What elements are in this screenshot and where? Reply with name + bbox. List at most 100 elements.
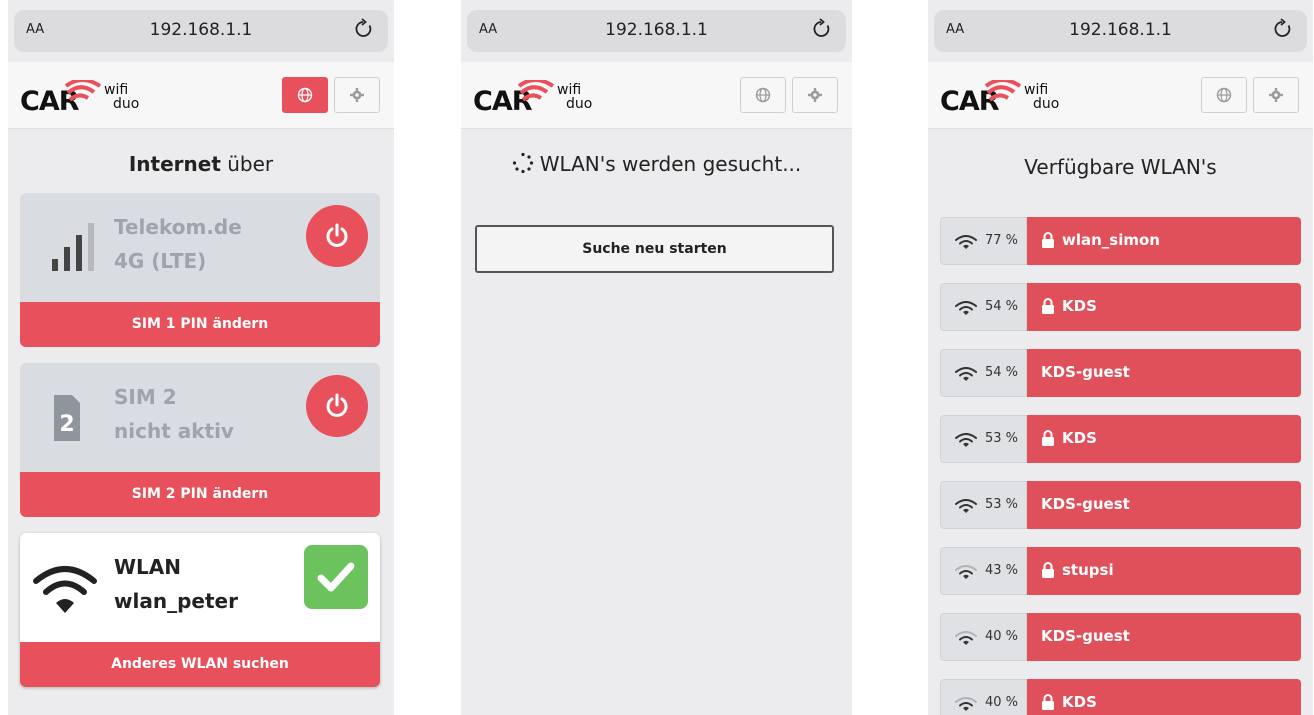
sim2-power-button[interactable]: [306, 375, 368, 437]
signal-strength: 43 %: [940, 547, 1027, 595]
network-name-button[interactable]: wlan_simon: [1027, 217, 1301, 265]
wlan-active-indicator[interactable]: [304, 545, 368, 609]
address-bar[interactable]: AA 192.168.1.1: [467, 10, 846, 52]
wifi-signal-icon: [955, 301, 977, 315]
search-status: WLAN's werden gesucht...: [461, 152, 852, 176]
power-icon: [326, 223, 348, 247]
wifi-signal-icon: [955, 433, 977, 447]
wlan-network-row[interactable]: 53 % KDS-guest: [940, 481, 1301, 529]
url-text[interactable]: 192.168.1.1: [934, 20, 1307, 40]
ssid-label: KDS-guest: [1041, 627, 1130, 645]
internet-button[interactable]: [740, 77, 786, 113]
sim1-power-button[interactable]: [306, 205, 368, 267]
page-title: Verfügbare WLAN's: [1024, 155, 1217, 179]
signal-waves-icon: [517, 80, 555, 102]
sim1-pin-button[interactable]: SIM 1 PIN ändern: [20, 302, 380, 347]
wifi-signal-icon: [955, 499, 977, 513]
lock-icon: [1042, 694, 1054, 710]
wlan-network-row[interactable]: 54 % KDS-guest: [940, 349, 1301, 397]
wlan-network-row[interactable]: 40 % KDS-guest: [940, 613, 1301, 661]
carwifi-duo-logo: CAR wifi duo: [20, 80, 140, 117]
signal-percent: 43 %: [985, 563, 1019, 578]
internet-button[interactable]: [282, 77, 328, 113]
network-type: 4G (LTE): [114, 249, 207, 273]
network-name-button[interactable]: KDS: [1027, 679, 1301, 715]
globe-icon: [755, 87, 771, 103]
signal-strength: 77 %: [940, 217, 1027, 265]
wifi-signal-icon: [955, 697, 977, 711]
wifi-signal-icon: [955, 367, 977, 381]
settings-button[interactable]: [792, 77, 838, 113]
signal-percent: 77 %: [985, 233, 1019, 248]
signal-percent: 53 %: [985, 497, 1019, 512]
sim2-status: nicht aktiv: [114, 419, 234, 443]
lock-icon: [1042, 232, 1054, 248]
app-header: CAR wifi duo: [461, 62, 852, 129]
network-name-button[interactable]: KDS: [1027, 415, 1301, 463]
signal-strength: 40 %: [940, 613, 1027, 661]
svg-text:2: 2: [59, 412, 74, 437]
screen-internet-overview: AA 192.168.1.1 CAR wifi duo Internet übe…: [8, 0, 394, 715]
lock-icon: [1042, 430, 1054, 446]
network-name-button[interactable]: stupsi: [1027, 547, 1301, 595]
network-name-button[interactable]: KDS-guest: [1027, 481, 1301, 529]
wifi-signal-icon: [955, 565, 977, 579]
network-name-button[interactable]: KDS-guest: [1027, 613, 1301, 661]
wlan-network-row[interactable]: 53 % KDS: [940, 415, 1301, 463]
checkmark-icon: [317, 562, 355, 592]
ssid-label: KDS: [1062, 693, 1097, 711]
signal-strength: 54 %: [940, 283, 1027, 331]
screen-available-wlans: AA 192.168.1.1 CAR wifi duo Verfügbare W…: [928, 0, 1313, 715]
wlan-network-row[interactable]: 54 % KDS: [940, 283, 1301, 331]
sim1-card: Telekom.de 4G (LTE) SIM 1 PIN ändern: [20, 193, 380, 347]
signal-waves-icon: [64, 80, 102, 102]
url-text[interactable]: 192.168.1.1: [467, 20, 846, 40]
reload-icon[interactable]: [1273, 18, 1293, 44]
wlan-network-row[interactable]: 43 % stupsi: [940, 547, 1301, 595]
app-header: CAR wifi duo: [8, 62, 394, 129]
wifi-signal-icon: [955, 235, 977, 249]
gear-icon: [350, 88, 364, 102]
url-text[interactable]: 192.168.1.1: [14, 20, 388, 40]
sim2-pin-button[interactable]: SIM 2 PIN ändern: [20, 472, 380, 517]
ssid-label: stupsi: [1062, 561, 1114, 579]
ssid-label: KDS: [1062, 429, 1097, 447]
reload-icon[interactable]: [812, 18, 832, 44]
signal-strength: 53 %: [940, 415, 1027, 463]
settings-button[interactable]: [1253, 77, 1299, 113]
lock-icon: [1042, 298, 1054, 314]
page-title: Internet über: [128, 152, 274, 176]
address-bar[interactable]: AA 192.168.1.1: [934, 10, 1307, 52]
restart-search-button[interactable]: Suche neu starten: [475, 225, 834, 273]
signal-percent: 40 %: [985, 695, 1019, 710]
carwifi-duo-logo: CAR wifi duo: [940, 80, 1060, 117]
gear-icon: [1269, 88, 1283, 102]
wifi-icon: [33, 566, 97, 613]
ssid-label: KDS-guest: [1041, 495, 1130, 513]
search-other-wlan-button[interactable]: Anderes WLAN suchen: [20, 642, 380, 687]
globe-icon: [1216, 87, 1232, 103]
signal-strength: 54 %: [940, 349, 1027, 397]
sim2-card: 2 SIM 2 nicht aktiv SIM 2 PIN ändern: [20, 363, 380, 517]
settings-button[interactable]: [334, 77, 380, 113]
app-header: CAR wifi duo: [928, 62, 1313, 129]
signal-percent: 54 %: [985, 299, 1019, 314]
wlan-network-row[interactable]: 77 % wlan_simon: [940, 217, 1301, 265]
gear-icon: [808, 88, 822, 102]
wlan-network-row[interactable]: 40 % KDS: [940, 679, 1301, 715]
signal-strength: 40 %: [940, 679, 1027, 715]
signal-strength: 53 %: [940, 481, 1027, 529]
signal-percent: 53 %: [985, 431, 1019, 446]
reload-icon[interactable]: [354, 18, 374, 44]
network-name-button[interactable]: KDS-guest: [1027, 349, 1301, 397]
internet-button[interactable]: [1201, 77, 1247, 113]
address-bar[interactable]: AA 192.168.1.1: [14, 10, 388, 52]
carrier-name: Telekom.de: [114, 215, 242, 239]
signal-percent: 40 %: [985, 629, 1019, 644]
screen-wlan-search: AA 192.168.1.1 CAR wifi duo WLAN's werde…: [461, 0, 852, 715]
network-name-button[interactable]: KDS: [1027, 283, 1301, 331]
wlan-card: WLAN wlan_peter Anderes WLAN suchen: [20, 533, 380, 687]
lock-icon: [1042, 562, 1054, 578]
wlan-label: WLAN: [114, 555, 182, 579]
power-icon: [326, 393, 348, 417]
